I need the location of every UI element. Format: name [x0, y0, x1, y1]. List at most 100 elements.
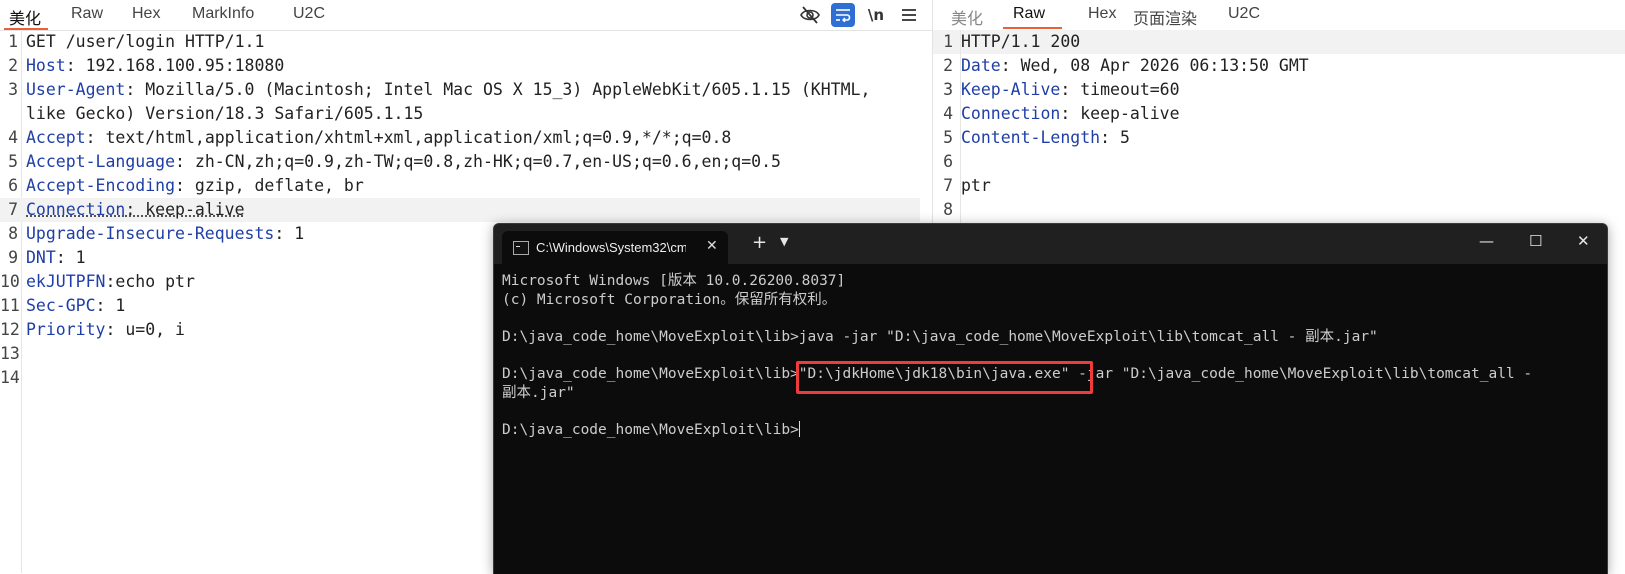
- line-number: 9: [0, 246, 18, 270]
- tab-request-beautify[interactable]: 美化: [9, 5, 41, 29]
- line-number: 10: [0, 270, 18, 294]
- line-number: 14: [0, 366, 18, 390]
- header-value: : gzip, deflate, br: [175, 176, 364, 195]
- header-value: : 192.168.100.95:18080: [66, 56, 285, 75]
- line-text: Priority: u=0, i: [26, 318, 185, 342]
- terminal-line: (c) Microsoft Corporation。保留所有权利。: [502, 291, 836, 310]
- line-number: 2: [0, 54, 18, 78]
- header-value: : zh-CN,zh;q=0.9,zh-TW;q=0.8,zh-HK;q=0.7…: [175, 152, 781, 171]
- header-key: Connection: [26, 200, 125, 219]
- line-number: 7: [0, 198, 18, 222]
- response-tabbar: 美化 Raw Hex 页面渲染 U2C: [933, 0, 1625, 31]
- active-tab-indicator: [1003, 27, 1062, 29]
- header-value: : timeout=60: [1060, 80, 1179, 99]
- line-number: 11: [0, 294, 18, 318]
- header-value: : keep-alive: [125, 200, 244, 219]
- header-key: Sec-GPC: [26, 296, 96, 315]
- terminal-line: Microsoft Windows [版本 10.0.26200.8037]: [502, 272, 845, 291]
- wrap-icon[interactable]: [831, 3, 855, 27]
- header-key: Upgrade-Insecure-Requests: [26, 224, 274, 243]
- header-value: : 5: [1100, 128, 1130, 147]
- terminal-tab[interactable]: C:\Windows\System32\cmd.e: ✕: [502, 231, 728, 264]
- line-number: 4: [933, 102, 953, 126]
- tab-response-hex[interactable]: Hex: [1088, 5, 1116, 23]
- tab-response-u2c[interactable]: U2C: [1228, 5, 1260, 23]
- line-number: 5: [0, 150, 18, 174]
- maximize-button[interactable]: ☐: [1529, 232, 1542, 250]
- line-text: Connection: keep-alive: [961, 102, 1180, 126]
- menu-icon[interactable]: [897, 3, 921, 27]
- tab-response-raw[interactable]: Raw: [1013, 5, 1045, 23]
- terminal-line: 副本.jar": [502, 384, 575, 403]
- line-text: HTTP/1.1 200: [961, 30, 1080, 54]
- line-text: Date: Wed, 08 Apr 2026 06:13:50 GMT: [961, 54, 1309, 78]
- terminal-window[interactable]: C:\Windows\System32\cmd.e: ✕ + ▼ — ☐ ✕ M…: [493, 223, 1608, 574]
- newline-toggle[interactable]: \n: [864, 3, 888, 27]
- tab-request-raw[interactable]: Raw: [71, 5, 103, 23]
- highlight-box: [796, 361, 1093, 394]
- chevron-down-icon[interactable]: ▼: [780, 235, 788, 248]
- close-window-button[interactable]: ✕: [1577, 232, 1590, 250]
- line-text: ptr: [961, 174, 991, 198]
- line-number: 13: [0, 342, 18, 366]
- terminal-tab-title: C:\Windows\System32\cmd.e:: [536, 240, 686, 255]
- line-number: 12: [0, 318, 18, 342]
- line-text: Host: 192.168.100.95:18080: [26, 54, 284, 78]
- line-number: 1: [933, 30, 953, 54]
- header-key: Accept-Encoding: [26, 176, 175, 195]
- header-value: : keep-alive: [1060, 104, 1179, 123]
- header-key: Accept-Language: [26, 152, 175, 171]
- line-text: Content-Length: 5: [961, 126, 1130, 150]
- line-number: 3: [0, 78, 18, 102]
- tab-request-hex[interactable]: Hex: [132, 5, 160, 23]
- line-text: Accept-Encoding: gzip, deflate, br: [26, 174, 364, 198]
- header-value: :echo ptr: [105, 272, 194, 291]
- header-key: Connection: [961, 104, 1060, 123]
- header-key: Keep-Alive: [961, 80, 1060, 99]
- line-number: 2: [933, 54, 953, 78]
- header-key: ekJUTPFN: [26, 272, 105, 291]
- line-number: 6: [0, 174, 18, 198]
- line-text: DNT: 1: [26, 246, 86, 270]
- close-tab-icon[interactable]: ✕: [706, 238, 718, 254]
- header-value: : 1: [96, 296, 126, 315]
- cmd-icon: [513, 241, 529, 255]
- header-value: : Mozilla/5.0 (Macintosh; Intel Mac OS X…: [125, 80, 870, 99]
- tab-response-beautify[interactable]: 美化: [951, 5, 983, 29]
- tab-request-markinfo[interactable]: MarkInfo: [192, 5, 254, 23]
- header-key: DNT: [26, 248, 56, 267]
- terminal-line: D:\java_code_home\MoveExploit\lib>java -…: [502, 328, 1378, 347]
- terminal-line: D:\java_code_home\MoveExploit\lib>: [502, 421, 800, 440]
- terminal-titlebar[interactable]: C:\Windows\System32\cmd.e: ✕ + ▼ — ☐ ✕: [494, 224, 1607, 264]
- line-number: 8: [0, 222, 18, 246]
- text-cursor: [799, 421, 800, 437]
- header-key: Content-Length: [961, 128, 1100, 147]
- line-text: like Gecko) Version/18.3 Safari/605.1.15: [26, 102, 423, 126]
- line-text: Sec-GPC: 1: [26, 294, 125, 318]
- header-value: like Gecko) Version/18.3 Safari/605.1.15: [26, 104, 423, 123]
- line-text: User-Agent: Mozilla/5.0 (Macintosh; Inte…: [26, 78, 870, 102]
- header-key: Priority: [26, 320, 105, 339]
- line-text: Accept-Language: zh-CN,zh;q=0.9,zh-TW;q=…: [26, 150, 781, 174]
- line-text: Connection: keep-alive: [26, 198, 245, 222]
- header-key: Date: [961, 56, 1001, 75]
- line-number: 7: [933, 174, 953, 198]
- request-tabbar: 美化 Raw Hex MarkInfo U2C \n: [0, 0, 932, 31]
- header-value: : Wed, 08 Apr 2026 06:13:50 GMT: [1001, 56, 1309, 75]
- tab-response-render[interactable]: 页面渲染: [1133, 5, 1197, 29]
- header-value: : u=0, i: [105, 320, 184, 339]
- line-number: 8: [933, 198, 953, 222]
- header-key: Host: [26, 56, 66, 75]
- line-number: 4: [0, 126, 18, 150]
- header-value: ptr: [961, 176, 991, 195]
- line-number: 1: [0, 30, 18, 54]
- minimize-button[interactable]: —: [1479, 232, 1494, 250]
- new-tab-button[interactable]: +: [752, 232, 767, 253]
- terminal-output[interactable]: Microsoft Windows [版本 10.0.26200.8037] (c…: [502, 272, 1601, 574]
- header-value: HTTP/1.1 200: [961, 32, 1080, 51]
- header-key: User-Agent: [26, 80, 125, 99]
- header-value: : 1: [56, 248, 86, 267]
- tab-request-u2c[interactable]: U2C: [293, 5, 325, 23]
- line-text: Accept: text/html,application/xhtml+xml,…: [26, 126, 731, 150]
- eye-off-icon[interactable]: [798, 3, 822, 27]
